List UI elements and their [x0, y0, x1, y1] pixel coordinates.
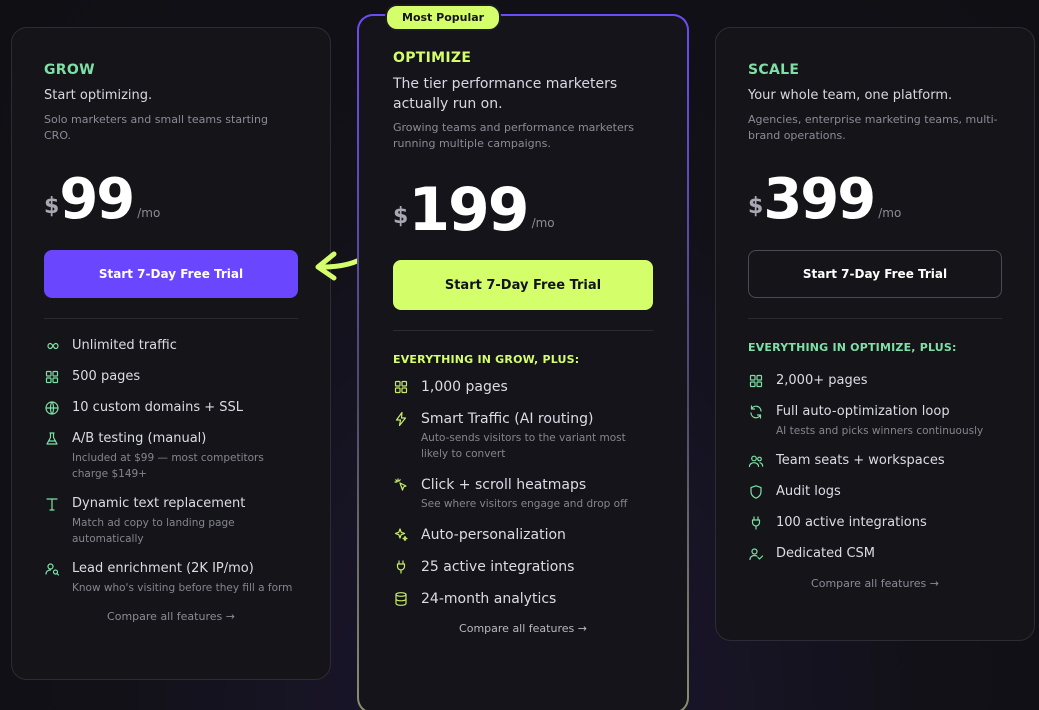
section-heading: EVERYTHING IN GROW, PLUS: — [393, 353, 580, 366]
users-icon — [748, 455, 764, 468]
feature-description: Included at $99 — most competitors charg… — [72, 452, 264, 480]
feature-label: 24-month analytics — [421, 591, 557, 607]
grid-icon — [749, 374, 763, 388]
compare-features-link[interactable]: Compare all features → — [748, 577, 1002, 590]
plan-audience: Growing teams and performance marketers … — [393, 121, 634, 150]
flask-icon — [46, 432, 58, 445]
feature-label: 2,000+ pages — [776, 373, 868, 388]
user-search-icon — [45, 563, 60, 576]
most-popular-badge: Most Popular — [385, 4, 502, 31]
price: $ 99 /mo — [44, 162, 298, 228]
cursor-click-icon — [394, 478, 407, 491]
plan-card-optimize: Most Popular OPTIMIZE The tier performan… — [357, 4, 689, 710]
feature-label: 10 custom domains + SSL — [72, 400, 244, 415]
price: $ 399 /mo — [748, 162, 1002, 228]
feature-label: Smart Traffic (AI routing) — [421, 411, 594, 427]
price: $ 199 /mo — [393, 172, 653, 245]
feature-item: Audit logs — [748, 483, 1002, 501]
price-amount: 199 — [408, 175, 529, 245]
feature-label: Full auto-optimization loop — [776, 404, 950, 419]
feature-description: Know who's visiting before they fill a f… — [72, 582, 293, 594]
feature-description: AI tests and picks winners continuously — [776, 425, 984, 437]
feature-label: Dynamic text replacement — [72, 496, 246, 511]
infinity-icon — [47, 342, 59, 350]
feature-label: 25 active integrations — [421, 559, 575, 575]
database-icon — [395, 592, 407, 606]
plan-audience: Solo marketers and small teams starting … — [44, 113, 268, 142]
feature-label: 1,000 pages — [421, 379, 508, 395]
feature-description: See where visitors engage and drop off — [421, 498, 628, 510]
grid-icon — [45, 370, 59, 384]
feature-label: 500 pages — [72, 369, 141, 384]
plan-name: OPTIMIZE — [393, 50, 472, 66]
feature-list: 2,000+ pages Full auto-optimization loop A… — [748, 372, 1002, 563]
feature-label: A/B testing (manual) — [72, 431, 207, 446]
plan-name: SCALE — [748, 62, 800, 78]
globe-icon — [45, 401, 59, 415]
feature-item: 25 active integrations — [393, 558, 653, 576]
section-heading: EVERYTHING IN OPTIMIZE, PLUS: — [748, 341, 957, 354]
plan-tagline: Start optimizing. — [44, 88, 153, 103]
feature-list: 1,000 pages Smart Traffic (AI routing) Aut… — [393, 378, 653, 608]
feature-item: Team seats + workspaces — [748, 452, 1002, 470]
divider — [393, 330, 653, 331]
plan-card-scale: SCALE Your whole team, one platform. Age… — [715, 27, 1035, 641]
feature-item: 500 pages — [44, 368, 298, 386]
feature-item: Unlimited traffic — [44, 337, 298, 355]
feature-item: 1,000 pages — [393, 378, 653, 396]
feature-description: Match ad copy to landing page automatica… — [72, 517, 235, 545]
sparkles-icon — [394, 528, 408, 542]
compare-features-link[interactable]: Compare all features → — [44, 610, 298, 623]
price-amount: 99 — [59, 167, 135, 232]
feature-item: A/B testing (manual) Included at $99 — mo… — [44, 430, 298, 482]
shield-icon — [750, 485, 762, 499]
price-period: /mo — [531, 216, 555, 230]
feature-label: Audit logs — [776, 484, 841, 499]
text-icon — [46, 498, 58, 511]
plan-audience: Agencies, enterprise marketing teams, mu… — [748, 113, 998, 142]
lightning-icon — [395, 411, 407, 427]
start-trial-button[interactable]: Start 7-Day Free Trial — [44, 250, 298, 298]
start-trial-button[interactable]: Start 7-Day Free Trial — [748, 250, 1002, 298]
feature-item: Dedicated CSM — [748, 545, 1002, 563]
price-amount: 399 — [763, 167, 876, 232]
currency-symbol: $ — [44, 194, 60, 219]
feature-item: Smart Traffic (AI routing) Auto-sends vis… — [393, 410, 653, 462]
grid-icon — [394, 380, 408, 394]
feature-label: Unlimited traffic — [72, 338, 177, 353]
feature-label: Lead enrichment (2K IP/mo) — [72, 561, 254, 576]
feature-label: Dedicated CSM — [776, 546, 876, 561]
divider — [44, 318, 298, 319]
feature-item: Auto-personalization — [393, 526, 653, 544]
start-trial-button[interactable]: Start 7-Day Free Trial — [393, 260, 653, 310]
plan-tagline: Your whole team, one platform. — [748, 88, 953, 103]
plug-icon — [751, 516, 761, 530]
feature-description: Auto-sends visitors to the variant most … — [421, 432, 626, 460]
price-period: /mo — [137, 206, 161, 220]
plan-tagline: The tier performance marketers actually … — [393, 76, 618, 112]
feature-label: Click + scroll heatmaps — [421, 477, 587, 493]
feature-label: Auto-personalization — [421, 527, 566, 543]
plan-name: GROW — [44, 62, 95, 78]
feature-item: 24-month analytics — [393, 590, 653, 608]
feature-item: Dynamic text replacement Match ad copy to… — [44, 495, 298, 547]
feature-label: 100 active integrations — [776, 515, 927, 530]
feature-item: 100 active integrations — [748, 514, 1002, 532]
user-check-icon — [749, 548, 764, 561]
feature-list: Unlimited traffic 500 pages 10 custom doma… — [44, 337, 298, 596]
feature-item: Lead enrichment (2K IP/mo) Know who's vis… — [44, 560, 298, 596]
feature-item: 10 custom domains + SSL — [44, 399, 298, 417]
feature-item: Click + scroll heatmaps See where visitor… — [393, 476, 653, 512]
currency-symbol: $ — [748, 194, 764, 219]
price-period: /mo — [878, 206, 902, 220]
currency-symbol: $ — [393, 204, 409, 229]
compare-features-link[interactable]: Compare all features → — [393, 622, 653, 635]
divider — [748, 318, 1002, 319]
plan-card-grow: GROW Start optimizing. Solo marketers an… — [11, 27, 331, 680]
feature-item: Full auto-optimization loop AI tests and … — [748, 403, 1002, 439]
plug-icon — [396, 560, 406, 574]
refresh-icon — [750, 405, 762, 419]
feature-item: 2,000+ pages — [748, 372, 1002, 390]
feature-label: Team seats + workspaces — [776, 453, 945, 468]
